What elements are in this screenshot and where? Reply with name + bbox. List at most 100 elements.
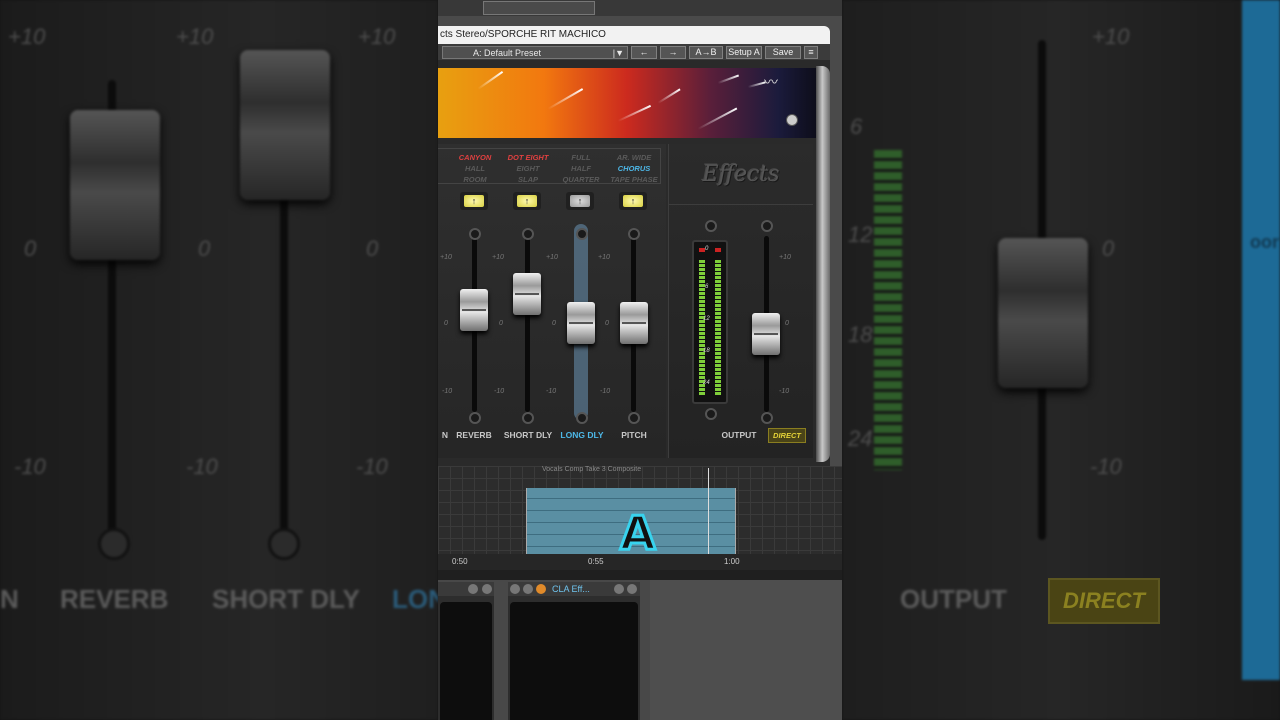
lock-icon[interactable] [627,584,637,594]
meter-scale: 24 [703,380,710,386]
ab-compare-button[interactable]: A→B [689,45,723,59]
effects-logo: Effects [669,144,813,205]
mode-option[interactable]: QUARTER [556,175,606,184]
banner-streak [717,74,740,84]
fader-top-knob [576,228,588,240]
bg-scale: -10 [14,454,46,479]
mode-option[interactable]: AR. WIDE [609,153,659,162]
marker-letter: A [619,505,658,562]
mixer-strip [438,582,494,720]
plugin-window-titlebar[interactable]: cts Stereo/SPORCHE RIT MACHICO [438,26,830,44]
output-bottom-knob [761,412,773,424]
empty-area [650,580,842,720]
bg-knob [98,528,130,560]
mode-option[interactable]: DOT EIGHT [503,153,553,162]
prev-preset-button[interactable]: ← [631,45,657,59]
output-fader[interactable] [752,312,780,355]
cla-effects-plugin: 〰 CANYON HALL ROOM DOT EIGHT EIGHT SLAP … [438,60,830,466]
setup-a-button[interactable]: Setup A [726,45,762,59]
banner-streak [477,70,504,90]
selection-box [483,1,595,15]
bypass-icon[interactable] [510,584,520,594]
mode-option[interactable]: CHORUS [609,164,659,173]
channel-label: PITCH [621,430,647,440]
mode-option[interactable]: EIGHT [503,164,553,173]
power-icon[interactable] [614,584,624,594]
mixer-area: CLA Eff... [438,580,842,720]
divider [438,570,842,580]
mode-option[interactable]: HALL [450,164,500,173]
plugin-icon[interactable] [536,584,546,594]
top-strip [438,0,842,16]
bg-scale: -10 [356,454,388,479]
bg-scale: 0 [366,236,379,261]
meter-scale: 0 [705,246,709,252]
screw-icon [786,114,798,126]
bg-scale: +10 [1092,24,1130,49]
insert-name[interactable]: CLA Eff... [552,582,590,596]
output-label: OUTPUT [721,430,757,440]
fader-top-knob [469,228,481,240]
playhead[interactable] [708,468,709,554]
reverb-on-button[interactable]: ↑ [460,192,488,210]
preset-dropdown[interactable]: A: Default Preset |▼ [442,45,628,59]
waves-logo-icon: 〰 [764,74,778,90]
arrange-timeline[interactable]: Vocals Comp Take 3 Composite A 0:50 0:55… [438,466,842,570]
mode-option[interactable]: HALF [556,164,606,173]
scale-label: +10 [440,254,452,261]
banner-streak [617,104,652,122]
fader-bottom-knob [628,412,640,424]
time-ruler[interactable]: 0:50 0:55 1:00 [438,554,842,570]
bg-meter-scale: 18 [848,322,873,347]
chevron-down-icon[interactable] [523,584,533,594]
mode-option[interactable]: CANYON [450,153,500,162]
mode-option[interactable]: FULL [556,153,606,162]
scale-label: +10 [779,254,791,261]
long-dly-fader[interactable] [567,302,595,345]
pitch-on-button[interactable]: ↑ [619,192,647,210]
lamp-icon: ↑ [623,195,643,207]
reverb-fader[interactable] [460,289,488,332]
region-line [527,498,735,499]
meter-bottom-knob [705,408,717,420]
scale-label: 0 [552,320,556,327]
bg-meter-scale: 24 [848,426,873,451]
bg-meter-scale: 12 [848,222,873,247]
scale-label: 0 [444,320,448,327]
strip-body [440,602,492,720]
channel-label: LONG DLY [560,430,604,440]
mode-option[interactable]: SLAP [503,175,553,184]
next-preset-button[interactable]: → [660,45,686,59]
strip-header: CLA Eff... [508,582,640,596]
bg-scale: 0 [1102,236,1115,261]
scale-label: -10 [779,388,790,395]
bg-meter [874,150,902,470]
clip-name: Vocals Comp Take 3 Composite [542,466,642,473]
pitch-fader[interactable] [620,302,648,345]
short-dly-on-button[interactable]: ↑ [513,192,541,210]
mode-selector: CANYON HALL ROOM DOT EIGHT EIGHT SLAP FU… [438,148,661,184]
fader-bottom-knob [522,412,534,424]
short-dly-fader[interactable] [513,272,541,315]
mode-option[interactable]: TAPE PHASE [609,175,659,184]
long-dly-on-button[interactable]: ↑ [566,192,594,210]
lock-icon[interactable] [482,584,492,594]
save-button[interactable]: Save [765,45,801,59]
short-dly-fader-track[interactable] [525,236,530,412]
channels-panel: CANYON HALL ROOM DOT EIGHT EIGHT SLAP FU… [438,144,666,458]
bg-label: oor [1250,232,1279,252]
chevron-down-icon: |▼ [612,47,624,58]
scale-label: +10 [492,254,504,261]
bg-knob [268,528,300,560]
mixer-strip-cla: CLA Eff... [508,582,640,720]
output-panel: Effects +10 0 -10 OUTPUT [668,144,813,458]
ruler-tick: 0:55 [588,557,604,566]
daw-screen: cts Stereo/SPORCHE RIT MACHICO A: Defaul… [438,0,842,720]
power-icon[interactable] [468,584,478,594]
menu-icon[interactable]: ≡ [804,45,818,59]
strip-body [510,602,638,720]
direct-button[interactable]: DIRECT [768,428,806,443]
bg-label: OUTPUT [900,584,1007,614]
mode-option[interactable]: ROOM [450,175,500,184]
strip-header [438,582,494,596]
